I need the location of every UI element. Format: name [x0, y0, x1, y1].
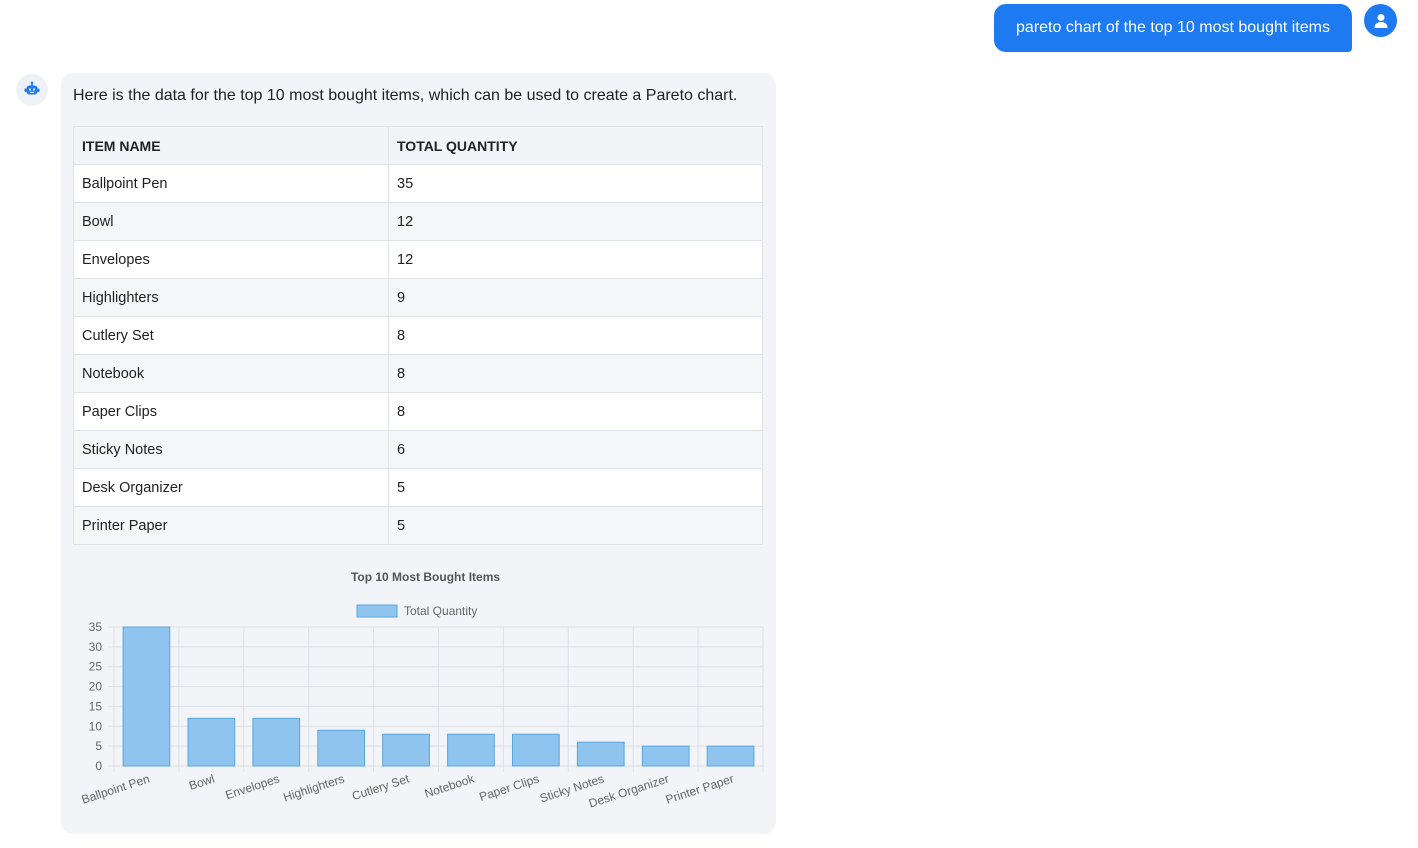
table-cell-item: Cutlery Set — [73, 316, 389, 355]
table-row: Notebook 8 — [73, 354, 763, 393]
table-row: Envelopes 12 — [73, 240, 763, 279]
table-cell-quantity: 12 — [388, 202, 763, 241]
table-cell-item: Highlighters — [73, 278, 389, 317]
bar — [187, 717, 236, 767]
table-row: Bowl 12 — [73, 202, 763, 241]
y-tick-label: 10 — [89, 719, 103, 733]
table-cell-quantity: 8 — [388, 354, 763, 393]
table-cell-quantity: 8 — [388, 316, 763, 355]
table-row: Printer Paper 5 — [73, 506, 763, 545]
table-cell-quantity: 9 — [388, 278, 763, 317]
table-cell-quantity: 6 — [388, 430, 763, 469]
table-cell-item: Envelopes — [73, 240, 389, 279]
x-tick-label: Cutlery Set — [350, 771, 411, 803]
bar — [641, 745, 690, 767]
table-header-item-name: ITEM NAME — [73, 126, 389, 165]
user-message-text: pareto chart of the top 10 most bought i… — [1016, 19, 1330, 36]
y-tick-label: 0 — [95, 759, 102, 773]
user-icon — [1374, 13, 1387, 28]
legend-label: Total Quantity — [404, 604, 477, 618]
items-table: ITEM NAME TOTAL QUANTITY Ballpoint Pen 3… — [73, 126, 763, 545]
table-cell-item: Ballpoint Pen — [73, 164, 389, 203]
bar — [122, 626, 171, 767]
x-tick-label: Paper Clips — [477, 772, 540, 804]
x-tick-label: Bowl — [187, 772, 216, 793]
bar-chart: Top 10 Most Bought Items Total Quantity 0 5… — [69, 561, 769, 829]
table-row: Sticky Notes 6 — [73, 430, 763, 469]
table-cell-item: Printer Paper — [73, 506, 389, 545]
bar — [511, 733, 560, 767]
x-tick-label: Envelopes — [224, 772, 282, 803]
y-tick-label: 20 — [89, 680, 103, 694]
bot-message-bubble: Here is the data for the top 10 most bou… — [61, 73, 776, 834]
table-cell-quantity: 8 — [388, 392, 763, 431]
robot-icon — [24, 81, 40, 95]
table-cell-item: Sticky Notes — [73, 430, 389, 469]
table-header-row: ITEM NAME TOTAL QUANTITY — [73, 126, 763, 165]
table-row: Cutlery Set 8 — [73, 316, 763, 355]
bar — [576, 741, 625, 767]
chart-title: Top 10 Most Bought Items — [351, 570, 500, 584]
y-tick-label: 30 — [89, 640, 103, 654]
bot-avatar — [16, 74, 48, 106]
bar — [447, 733, 495, 767]
table-cell-item: Desk Organizer — [73, 468, 389, 507]
bot-intro-text: Here is the data for the top 10 most bou… — [73, 87, 738, 104]
legend-swatch — [356, 604, 398, 618]
x-tick-label: Ballpoint Pen — [80, 772, 152, 807]
bar — [382, 733, 430, 767]
table-cell-quantity: 12 — [388, 240, 763, 279]
chat-page: pareto chart of the top 10 most bought i… — [0, 0, 1418, 848]
user-avatar — [1364, 4, 1397, 37]
y-tick-label: 35 — [89, 620, 103, 634]
table-cell-quantity: 5 — [388, 468, 763, 507]
x-tick-label: Printer Paper — [664, 772, 736, 807]
table-cell-quantity: 5 — [388, 506, 763, 545]
table-row: Desk Organizer 5 — [73, 468, 763, 507]
bar — [317, 729, 366, 767]
table-row: Ballpoint Pen 35 — [73, 164, 763, 203]
bar — [706, 745, 755, 767]
x-tick-label: Notebook — [423, 771, 477, 800]
bar — [252, 717, 301, 767]
x-tick-label: Highlighters — [281, 772, 346, 805]
y-tick-label: 5 — [95, 739, 102, 753]
y-tick-label: 25 — [89, 660, 103, 674]
table-cell-item: Bowl — [73, 202, 389, 241]
user-message-bubble: pareto chart of the top 10 most bought i… — [994, 4, 1352, 52]
y-tick-label: 15 — [89, 699, 103, 713]
table-row: Highlighters 9 — [73, 278, 763, 317]
table-header-total-quantity: TOTAL QUANTITY — [388, 126, 763, 165]
table-cell-quantity: 35 — [388, 164, 763, 203]
table-row: Paper Clips 8 — [73, 392, 763, 431]
bar-chart-svg: Top 10 Most Bought Items Total Quantity 0 5… — [80, 570, 764, 811]
table-cell-item: Notebook — [73, 354, 389, 393]
table-cell-item: Paper Clips — [73, 392, 389, 431]
